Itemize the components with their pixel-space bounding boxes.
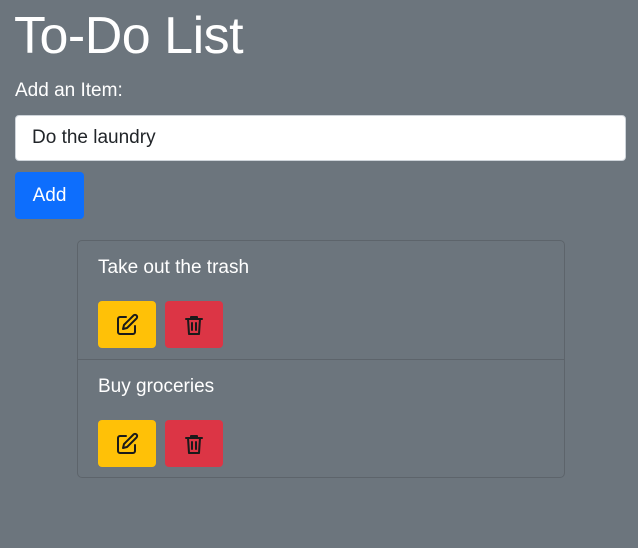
delete-button[interactable] — [165, 420, 223, 467]
todo-item: Take out the trash — [78, 241, 564, 359]
todo-text: Buy groceries — [98, 376, 215, 397]
page-title: To-Do List — [14, 7, 244, 65]
todo-text: Take out the trash — [98, 257, 250, 278]
todo-list: Take out the trash Buy groceries — [77, 240, 565, 478]
edit-button[interactable] — [98, 301, 156, 348]
add-button[interactable]: Add — [15, 172, 84, 219]
add-item-label: Add an Item: — [15, 80, 123, 101]
todo-actions — [98, 301, 223, 348]
todo-actions — [98, 420, 223, 467]
new-item-input[interactable] — [15, 115, 626, 161]
delete-button[interactable] — [165, 301, 223, 348]
edit-icon — [115, 432, 139, 456]
trash-icon — [182, 432, 206, 456]
edit-icon — [115, 313, 139, 337]
todo-item: Buy groceries — [78, 359, 564, 477]
trash-icon — [182, 313, 206, 337]
edit-button[interactable] — [98, 420, 156, 467]
